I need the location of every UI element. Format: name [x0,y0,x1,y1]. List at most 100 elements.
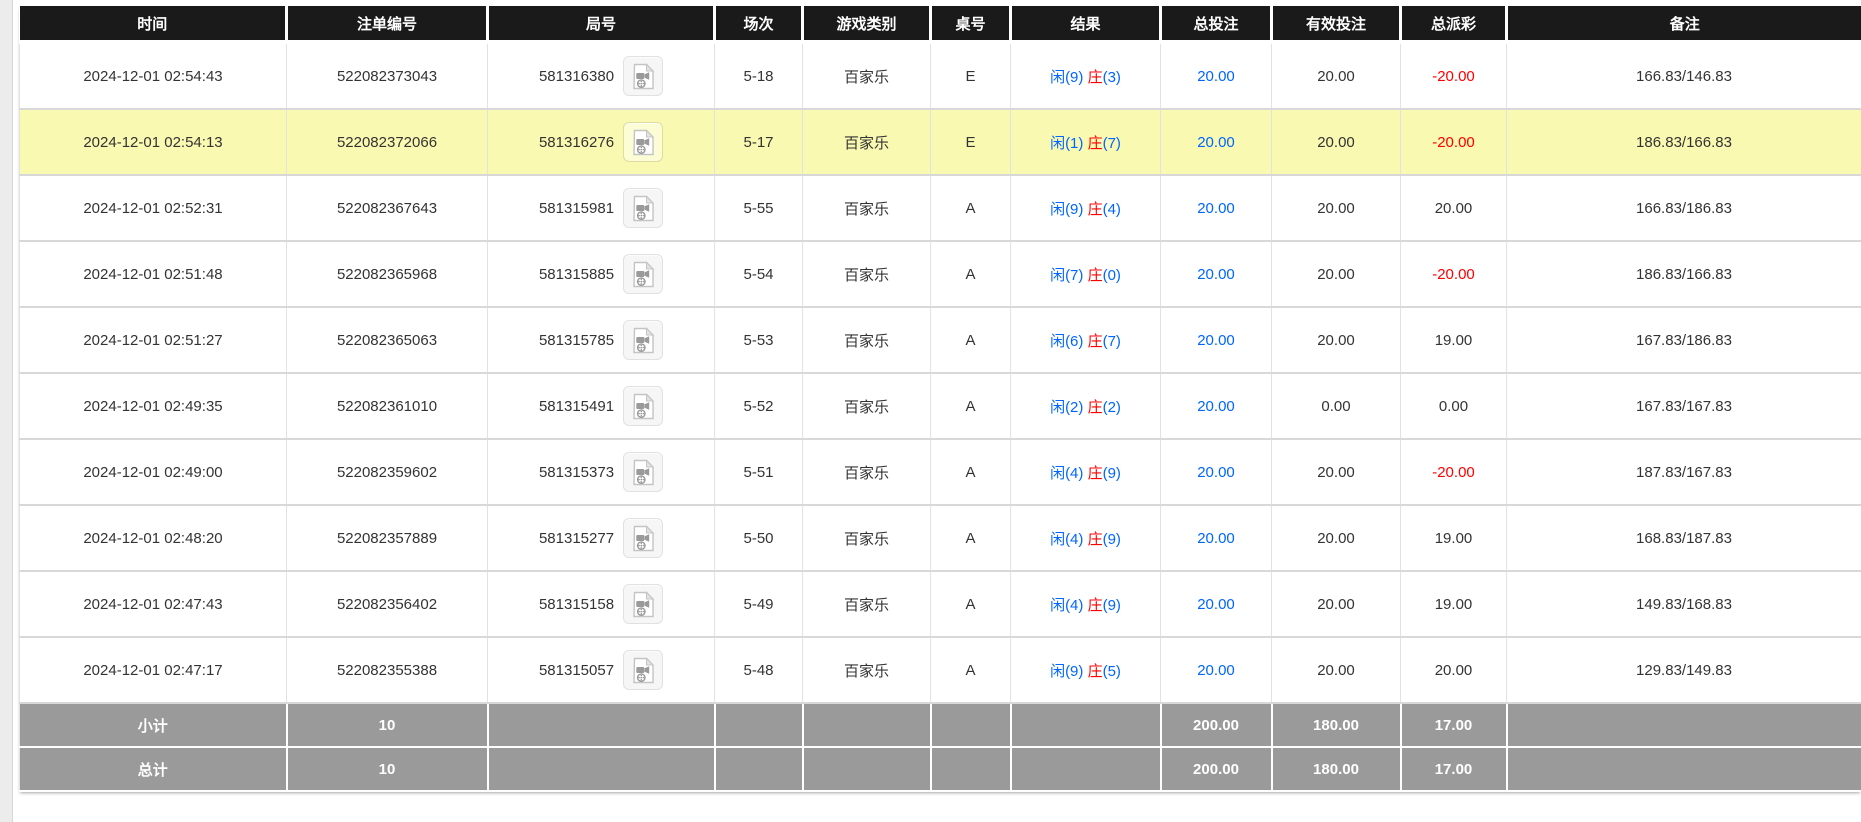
summary-result-empty [1010,746,1162,792]
column-header-game: 游戏类别 [802,6,932,44]
total-bet-link[interactable]: 20.00 [1197,596,1235,613]
total-bet-link[interactable]: 20.00 [1197,332,1235,349]
summary-valid-bet: 180.00 [1271,746,1402,792]
cell-bet-time: 2024-12-01 02:49:35 [19,373,287,440]
payout-value-text: 19.00 [1434,595,1473,613]
round-number-group: 581316380 [539,56,664,96]
video-file-icon [632,128,654,155]
video-replay-button[interactable] [623,254,664,294]
total-bet-link[interactable]: 20.00 [1197,200,1235,217]
result-banker-text: 庄 [1087,68,1103,86]
video-replay-button[interactable] [623,650,664,690]
cell-total-bet: 20.00 [1160,307,1272,374]
cell-remark: 167.83/167.83 [1506,373,1861,440]
total-bet-link[interactable]: 20.00 [1197,266,1235,283]
summary-table-empty [930,702,1012,748]
cell-table-number: A [930,439,1011,506]
result-banker-text: 庄 [1087,266,1103,284]
result-banker-text: 庄 [1087,398,1103,416]
table-row: 2024-12-01 02:51:27 522082365063 581315785… [19,307,1861,374]
cell-total-bet: 20.00 [1160,439,1272,506]
cell-round-number: 581315057 [487,637,715,704]
cell-total-bet: 20.00 [1160,109,1272,176]
cell-total-payout: 19.00 [1400,505,1507,572]
total-bet-link[interactable]: 20.00 [1197,68,1235,85]
result-banker-points-text: (9) [1102,530,1121,548]
cell-total-bet: 20.00 [1160,373,1272,440]
payout-value-text: -20.00 [1432,67,1475,85]
cell-bet-id: 522082365063 [286,307,488,374]
video-replay-button[interactable] [623,56,664,96]
video-file-icon [632,590,654,617]
column-header-bet_id: 注单编号 [286,6,489,44]
result-banker-points-text: (5) [1102,662,1121,680]
video-replay-button[interactable] [623,320,664,360]
round-number-text: 581315373 [538,463,615,481]
table-row: 2024-12-01 02:49:00 522082359602 581315373… [19,439,1861,506]
table-row: 2024-12-01 02:51:48 522082365968 581315885… [19,241,1861,308]
payout-value-text: 0.00 [1438,397,1469,415]
page-left-edge [0,0,13,822]
video-replay-button[interactable] [623,518,664,558]
cell-remark: 168.83/187.83 [1506,505,1861,572]
column-header-time: 时间 [19,6,288,44]
cell-game-type: 百家乐 [802,439,931,506]
result-banker-text: 庄 [1087,332,1103,350]
result-banker-points-text: (7) [1102,134,1121,152]
table-row: 2024-12-01 02:48:20 522082357889 581315277… [19,505,1861,572]
summary-label: 总计 [19,746,288,792]
column-header-total_bet: 总投注 [1160,6,1273,44]
cell-valid-bet: 20.00 [1271,571,1401,638]
cell-remark: 167.83/186.83 [1506,307,1861,374]
total-bet-link[interactable]: 20.00 [1197,464,1235,481]
result-banker-points-text: (7) [1102,332,1121,350]
cell-bet-time: 2024-12-01 02:48:20 [19,505,287,572]
round-number-group: 581315277 [539,518,664,558]
video-replay-button[interactable] [623,122,664,162]
cell-result: 闲(2) 庄(2) [1010,373,1161,440]
cell-table-number: E [930,42,1011,110]
result-banker-points-text: (9) [1102,596,1121,614]
result-player-text: 闲(4) [1050,596,1088,614]
cell-game-type: 百家乐 [802,637,931,704]
round-number-text: 581315491 [538,397,615,415]
table-row: 2024-12-01 02:52:31 522082367643 581315981… [19,175,1861,242]
cell-result: 闲(9) 庄(4) [1010,175,1161,242]
cell-result: 闲(4) 庄(9) [1010,439,1161,506]
round-number-text: 581315785 [538,331,615,349]
cell-valid-bet: 20.00 [1271,439,1401,506]
cell-session: 5-52 [714,373,803,440]
round-number-text: 581315057 [538,661,615,679]
cell-result: 闲(9) 庄(3) [1010,42,1161,110]
round-number-group: 581315057 [538,650,664,690]
total-bet-link[interactable]: 20.00 [1197,662,1235,679]
cell-total-payout: -20.00 [1400,109,1507,176]
round-number-group: 581315491 [538,386,664,426]
video-replay-button[interactable] [623,452,664,492]
video-replay-button[interactable] [623,584,664,624]
cell-round-number: 581315373 [487,439,715,506]
cell-remark: 149.83/168.83 [1506,571,1861,638]
cell-round-number: 581315885 [487,241,715,308]
result-player-text: 闲(2) [1050,398,1088,416]
cell-total-bet: 20.00 [1160,241,1272,308]
total-bet-link[interactable]: 20.00 [1197,530,1235,547]
summary-bet-count: 10 [286,702,489,748]
cell-bet-id: 522082355388 [286,637,488,704]
cell-table-number: A [930,241,1011,308]
total-bet-link[interactable]: 20.00 [1197,398,1235,415]
cell-bet-id: 522082359602 [286,439,488,506]
video-replay-button[interactable] [623,188,664,228]
subtotal-row: 小计 10 200.00 180.00 17.00 [19,702,1861,748]
cell-game-type: 百家乐 [802,241,931,308]
total-bet-link[interactable]: 20.00 [1197,134,1235,151]
result-banker-text: 庄 [1087,200,1103,218]
cell-round-number: 581315158 [487,571,715,638]
result-banker-text: 庄 [1087,530,1103,548]
video-replay-button[interactable] [623,386,664,426]
summary-valid-bet: 180.00 [1271,702,1402,748]
cell-total-payout: 20.00 [1400,175,1507,242]
cell-table-number: A [930,175,1011,242]
payout-value-text: 19.00 [1434,529,1473,547]
round-number-group: 581316276 [539,122,664,162]
